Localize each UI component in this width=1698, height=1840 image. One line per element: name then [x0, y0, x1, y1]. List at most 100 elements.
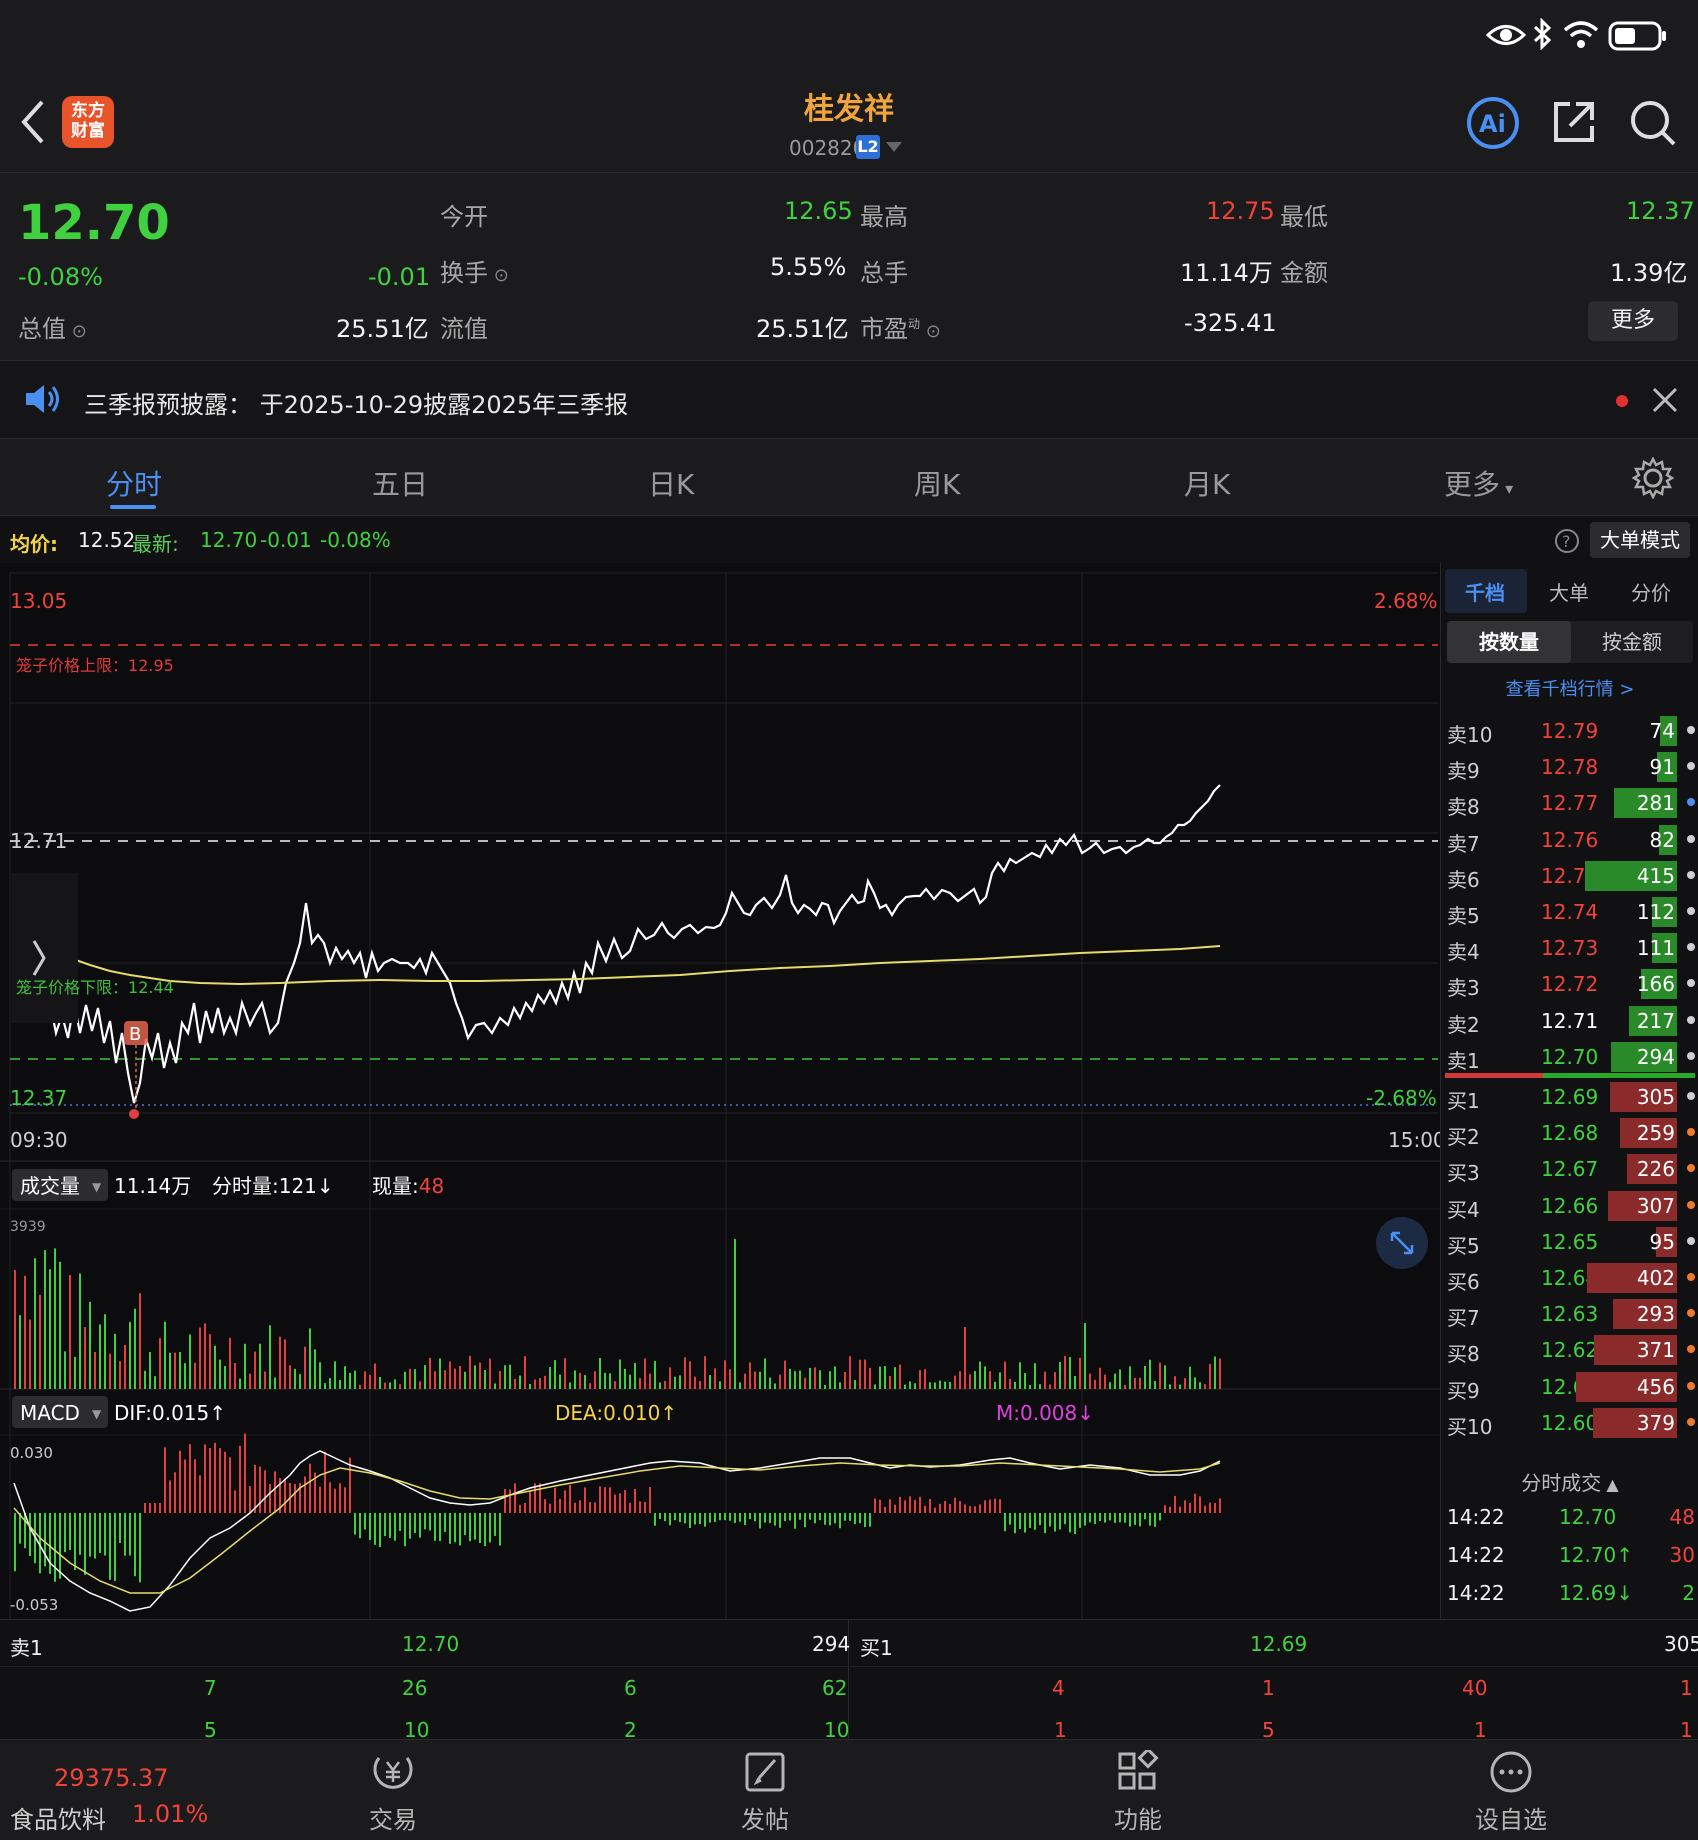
bid-level[interactable]: 买9 12.61 456	[1441, 1369, 1698, 1405]
sector-index[interactable]: 29375.37 食品饮料 1.01%	[10, 1758, 220, 1834]
volume-bar	[309, 1328, 311, 1389]
bid-level[interactable]: 买1 12.69 305	[1441, 1079, 1698, 1115]
volume-bar	[739, 1382, 741, 1389]
volume-bar	[1049, 1384, 1051, 1389]
bid-level[interactable]: 买10 12.60 379	[1441, 1405, 1698, 1441]
macd-bar	[214, 1442, 216, 1513]
search-icon[interactable]	[1628, 98, 1678, 148]
functions-button[interactable]: 功能	[1078, 1750, 1198, 1835]
trades-header[interactable]: 分时成交 ▲	[1441, 1467, 1698, 1496]
macd-bar	[409, 1513, 411, 1539]
view-levels-link[interactable]: 查看千档行情 >	[1441, 675, 1698, 701]
ask-level[interactable]: 卖3 12.72 166	[1441, 966, 1698, 1002]
big-order-mode-button[interactable]: 大单模式	[1590, 522, 1690, 558]
volume-bar	[214, 1345, 216, 1389]
volume-bar	[1074, 1375, 1076, 1389]
queue-order: 1	[1680, 1676, 1693, 1700]
more-button[interactable]: 更多	[1588, 301, 1678, 341]
level-dot	[1687, 1236, 1695, 1245]
queue-sell-price: 12.70	[402, 1632, 460, 1656]
pe-label[interactable]: 市盈动 ⊙	[860, 309, 941, 344]
tab-daily-k[interactable]: 日K	[648, 463, 694, 503]
tab-weekly-k[interactable]: 周K	[914, 463, 960, 503]
tab-thousand-levels[interactable]: 千档	[1465, 577, 1505, 606]
macd-bar	[524, 1502, 526, 1513]
level-price: 12.69	[1541, 1085, 1599, 1109]
tab-5day[interactable]: 五日	[372, 463, 428, 503]
volume-bar	[1054, 1372, 1056, 1389]
ask-level[interactable]: 卖7 12.76 82	[1441, 822, 1698, 858]
volume-bar	[359, 1384, 361, 1389]
share-icon[interactable]	[1550, 98, 1598, 146]
trade-button[interactable]: 交易	[333, 1750, 453, 1835]
by-quantity-toggle[interactable]: 按数量	[1447, 621, 1571, 663]
macd-bar	[674, 1513, 676, 1521]
bid-level[interactable]: 买8 12.62 371	[1441, 1332, 1698, 1368]
volume-bar	[609, 1373, 611, 1389]
macd-bar	[1024, 1513, 1026, 1533]
post-button[interactable]: 发帖	[705, 1750, 825, 1835]
macd-bar	[804, 1513, 806, 1528]
ask-level[interactable]: 卖9 12.78 91	[1441, 749, 1698, 785]
level-dot	[1687, 1200, 1695, 1209]
level-label: 买10	[1447, 1414, 1493, 1439]
settings-gear-icon[interactable]	[1632, 457, 1674, 499]
ask-level[interactable]: 卖2 12.71 217	[1441, 1003, 1698, 1039]
ai-assistant-icon[interactable]: Ai	[1466, 96, 1520, 150]
stock-code[interactable]: 002820	[789, 136, 865, 160]
by-amount-toggle[interactable]: 按金额	[1571, 621, 1693, 663]
tab-intraday[interactable]: 分时	[106, 463, 162, 503]
bid-level[interactable]: 买4 12.66 307	[1441, 1188, 1698, 1224]
volume-bar	[1189, 1366, 1191, 1389]
ask-level[interactable]: 卖1 12.70 294	[1441, 1039, 1698, 1075]
ask-level[interactable]: 卖10 12.79 74	[1441, 713, 1698, 749]
help-icon[interactable]: ?	[1554, 528, 1580, 554]
tab-price-dist[interactable]: 分价	[1631, 577, 1671, 606]
bid-level[interactable]: 买3 12.67 226	[1441, 1151, 1698, 1187]
notice-bar[interactable]: 三季报预披露： 于2025-10-29披露2025年三季报	[0, 360, 1698, 438]
bid-level[interactable]: 买2 12.68 259	[1441, 1115, 1698, 1151]
chevron-down-icon: ▼	[92, 1407, 102, 1421]
volume-bar	[844, 1372, 846, 1389]
level-price: 12.62	[1541, 1338, 1599, 1363]
mktcap-label[interactable]: 总值 ⊙	[18, 309, 87, 344]
bid-level[interactable]: 买5 12.65 95	[1441, 1224, 1698, 1260]
mktcap-value: 25.51亿	[336, 315, 429, 343]
tab-monthly-k[interactable]: 月K	[1184, 463, 1230, 503]
intraday-chart[interactable]: B 13.05 2.68% 笼子价格上限：12.95 笼子价格下限：12.44 …	[0, 563, 1440, 1619]
macd-bar	[204, 1444, 206, 1513]
macd-bar	[149, 1503, 151, 1513]
side-drawer-handle[interactable]	[10, 873, 78, 1023]
turnover-label[interactable]: 换手 ⊙	[440, 253, 509, 288]
close-icon[interactable]	[1652, 387, 1678, 413]
ask-level[interactable]: 卖8 12.77 281	[1441, 785, 1698, 821]
tab-big-orders[interactable]: 大单	[1549, 577, 1589, 606]
last-line-label: 12.71	[10, 829, 67, 853]
macd-bar	[19, 1513, 21, 1544]
volume-bar	[974, 1371, 976, 1389]
volume-bar	[589, 1383, 591, 1389]
bid-level[interactable]: 买6 12.64 402	[1441, 1260, 1698, 1296]
volume-bar	[189, 1334, 191, 1389]
level2-badge[interactable]: L2	[856, 135, 880, 159]
macd-bar	[734, 1513, 736, 1523]
volume-bar	[369, 1374, 371, 1389]
volume-bar	[1009, 1378, 1011, 1389]
volume-bar	[274, 1377, 276, 1389]
ask-level[interactable]: 卖4 12.73 111	[1441, 930, 1698, 966]
volume-bar	[559, 1374, 561, 1389]
level-dot	[1687, 1015, 1695, 1024]
level-volume: 305	[1636, 1085, 1675, 1109]
macd-bar	[509, 1489, 511, 1513]
macd-bar	[959, 1501, 961, 1513]
macd-bar	[849, 1513, 851, 1521]
macd-bar	[819, 1513, 821, 1521]
bid-level[interactable]: 买7 12.63 293	[1441, 1296, 1698, 1332]
level-label: 卖2	[1447, 1012, 1480, 1037]
chevron-down-icon[interactable]	[886, 142, 902, 154]
macd-bar	[889, 1499, 891, 1513]
tab-more[interactable]: 更多 ▾	[1444, 463, 1513, 503]
add-watchlist-button[interactable]: 设自选	[1451, 1750, 1571, 1835]
ask-level[interactable]: 卖5 12.74 112	[1441, 894, 1698, 930]
ask-level[interactable]: 卖6 12.75 415	[1441, 858, 1698, 894]
